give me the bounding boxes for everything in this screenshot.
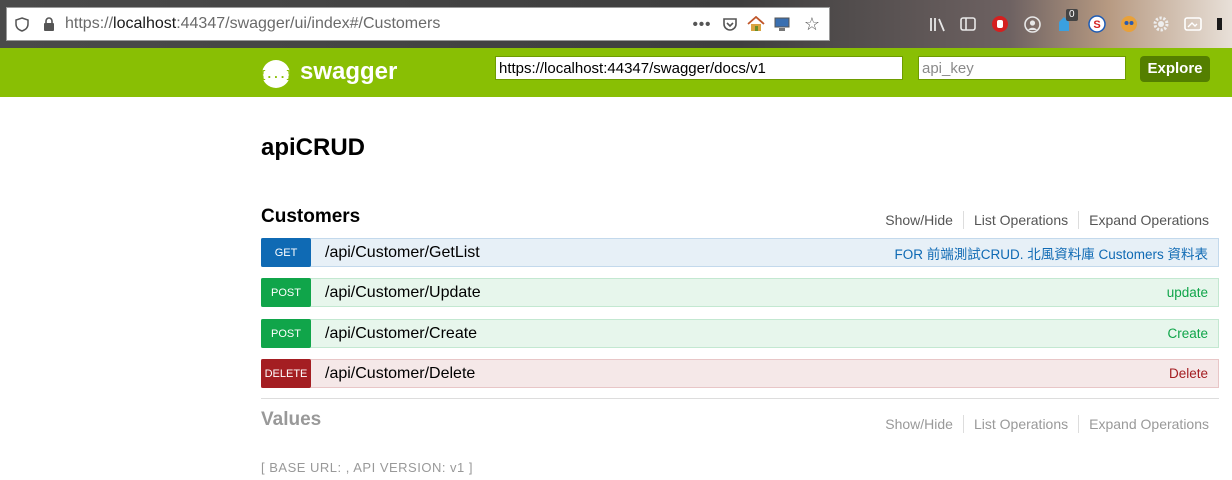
screen-icon[interactable] [771,8,793,40]
sidebar-icon[interactable] [957,13,979,35]
home-icon[interactable] [745,8,767,40]
operation-summary[interactable]: FOR 前端測試CRUD. 北風資料庫 Customers 資料表 [894,243,1208,263]
section-divider [261,398,1219,399]
library-icon[interactable] [926,13,948,35]
more-actions-icon[interactable]: ••• [691,8,713,40]
extension-badge-count: 0 [1066,9,1078,21]
settings-gear-icon[interactable] [1150,13,1172,35]
screenshot-icon[interactable] [1182,13,1204,35]
operation-summary[interactable]: update [1167,285,1208,300]
method-badge[interactable]: GET [261,238,311,267]
pocket-icon[interactable] [719,8,741,40]
show-hide-link[interactable]: Show/Hide [875,415,963,433]
section-title-values[interactable]: Values [261,408,321,432]
browser-toolbar: https://localhost:44347/swagger/ui/index… [0,0,1232,48]
s-extension-icon[interactable]: S [1086,13,1108,35]
operation-path[interactable]: /api/Customer/GetList [325,244,480,262]
section-links-values: Show/Hide List Operations Expand Operati… [875,415,1209,433]
operation-row[interactable]: POST /api/Customer/Update update [261,278,1219,307]
spec-url-input[interactable] [495,56,903,80]
shield-icon[interactable] [11,8,33,40]
bookmark-star-icon[interactable]: ☆ [801,8,823,40]
operation-row[interactable]: GET /api/Customer/GetList FOR 前端測試CRUD. … [261,238,1219,267]
url-text[interactable]: https://localhost:44347/swagger/ui/index… [65,8,440,40]
swagger-header: {...} swagger Explore [0,48,1232,97]
operation-summary[interactable]: Delete [1169,366,1208,381]
overflow-icon[interactable] [1212,13,1226,35]
mascot-extension-icon[interactable] [1118,13,1140,35]
operation-row[interactable]: POST /api/Customer/Create Create [261,319,1219,348]
method-badge[interactable]: DELETE [261,359,311,388]
method-badge[interactable]: POST [261,278,311,307]
section-links-customers: Show/Hide List Operations Expand Operati… [875,211,1209,229]
address-bar[interactable]: https://localhost:44347/swagger/ui/index… [6,7,830,41]
operation-path[interactable]: /api/Customer/Delete [325,365,475,383]
api-key-input[interactable] [918,56,1126,80]
section-title-customers[interactable]: Customers [261,205,360,229]
adblock-icon[interactable] [989,13,1011,35]
svg-text:S: S [1093,19,1100,31]
list-operations-link[interactable]: List Operations [962,415,1078,433]
method-badge[interactable]: POST [261,319,311,348]
operation-path[interactable]: /api/Customer/Update [325,284,481,302]
list-operations-link[interactable]: List Operations [962,211,1078,229]
swagger-logo-text[interactable]: swagger [300,57,397,87]
operation-summary[interactable]: Create [1167,326,1208,341]
explore-button[interactable]: Explore [1140,56,1210,82]
api-title: apiCRUD [261,134,366,161]
account-icon[interactable] [1021,13,1043,35]
show-hide-link[interactable]: Show/Hide [875,211,963,229]
lock-icon[interactable] [39,8,59,40]
base-url-footer: [ BASE URL: , API VERSION: v1 ] [261,460,474,475]
expand-operations-link[interactable]: Expand Operations [1078,415,1209,433]
operation-row[interactable]: DELETE /api/Customer/Delete Delete [261,359,1219,388]
expand-operations-link[interactable]: Expand Operations [1078,211,1209,229]
swagger-logo-icon[interactable]: {...} [259,60,293,88]
operation-path[interactable]: /api/Customer/Create [325,325,477,343]
